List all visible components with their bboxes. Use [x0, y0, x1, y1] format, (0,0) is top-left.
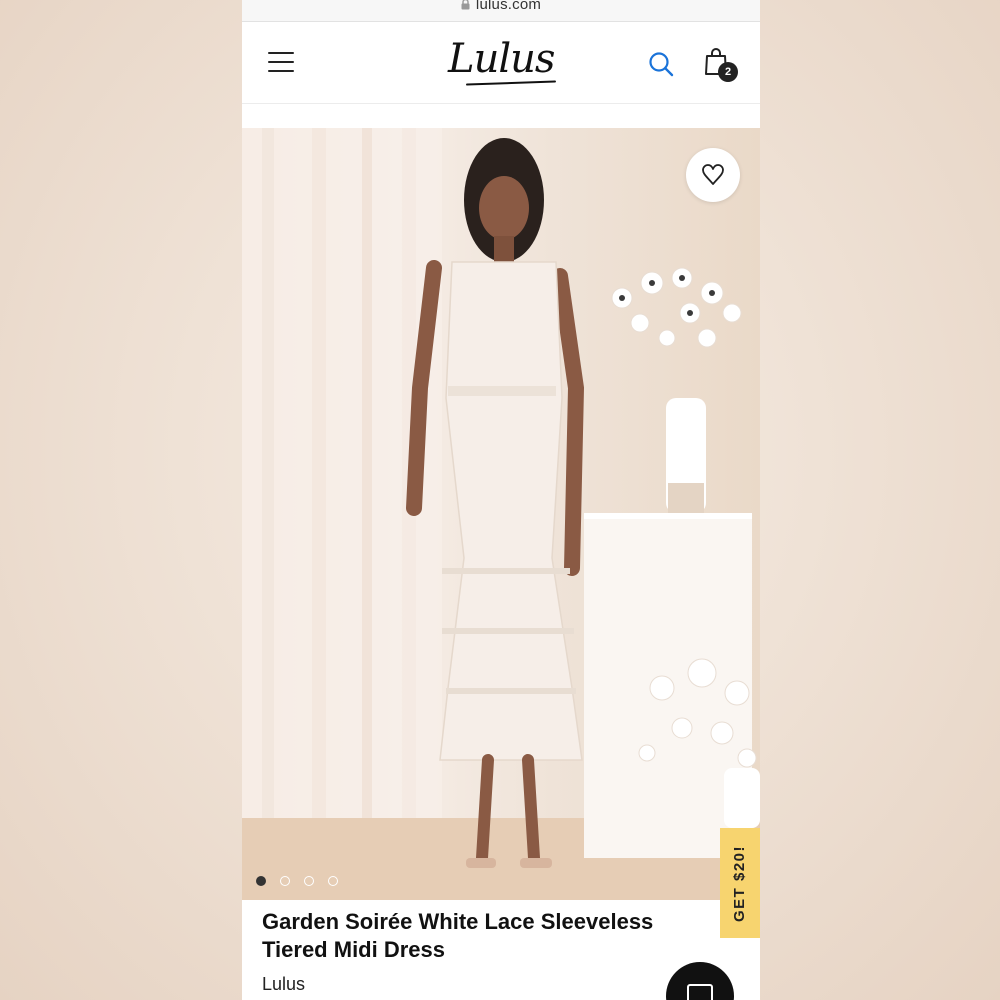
gallery-dot-1[interactable] [256, 876, 266, 886]
browser-address-bar[interactable]: lulus.com [242, 0, 760, 22]
gallery-pagination [256, 876, 338, 886]
gallery-dot-2[interactable] [280, 876, 290, 886]
lock-icon [461, 0, 470, 10]
lulus-logo[interactable]: Lulus [448, 36, 558, 88]
cart-count-badge: 2 [718, 62, 738, 82]
promo-label: GET $20! [731, 844, 749, 922]
chat-icon [687, 984, 713, 1000]
get-20-promo-tab[interactable]: GET $20! [720, 828, 760, 938]
logo-text: Lulus [448, 36, 555, 82]
product-image-gallery[interactable] [242, 128, 760, 900]
product-title: Garden Soirée White Lace Sleeveless Tier… [262, 909, 654, 962]
wishlist-button[interactable] [686, 148, 740, 202]
mobile-browser-viewport: lulus.com Lulus 2 GET $20! Garden Soirée… [242, 0, 760, 1000]
gallery-dot-4[interactable] [328, 876, 338, 886]
heart-icon [702, 164, 724, 185]
gallery-dot-3[interactable] [304, 876, 314, 886]
url-text: lulus.com [475, 0, 542, 13]
product-photo [242, 128, 760, 900]
product-brand[interactable]: Lulus [262, 974, 702, 995]
product-info: Garden Soirée White Lace Sleeveless Tier… [262, 908, 702, 995]
shopping-bag-button[interactable]: 2 [704, 46, 740, 82]
hamburger-menu-icon[interactable] [268, 52, 294, 74]
search-icon[interactable] [648, 51, 674, 77]
site-header: Lulus 2 [242, 24, 760, 104]
